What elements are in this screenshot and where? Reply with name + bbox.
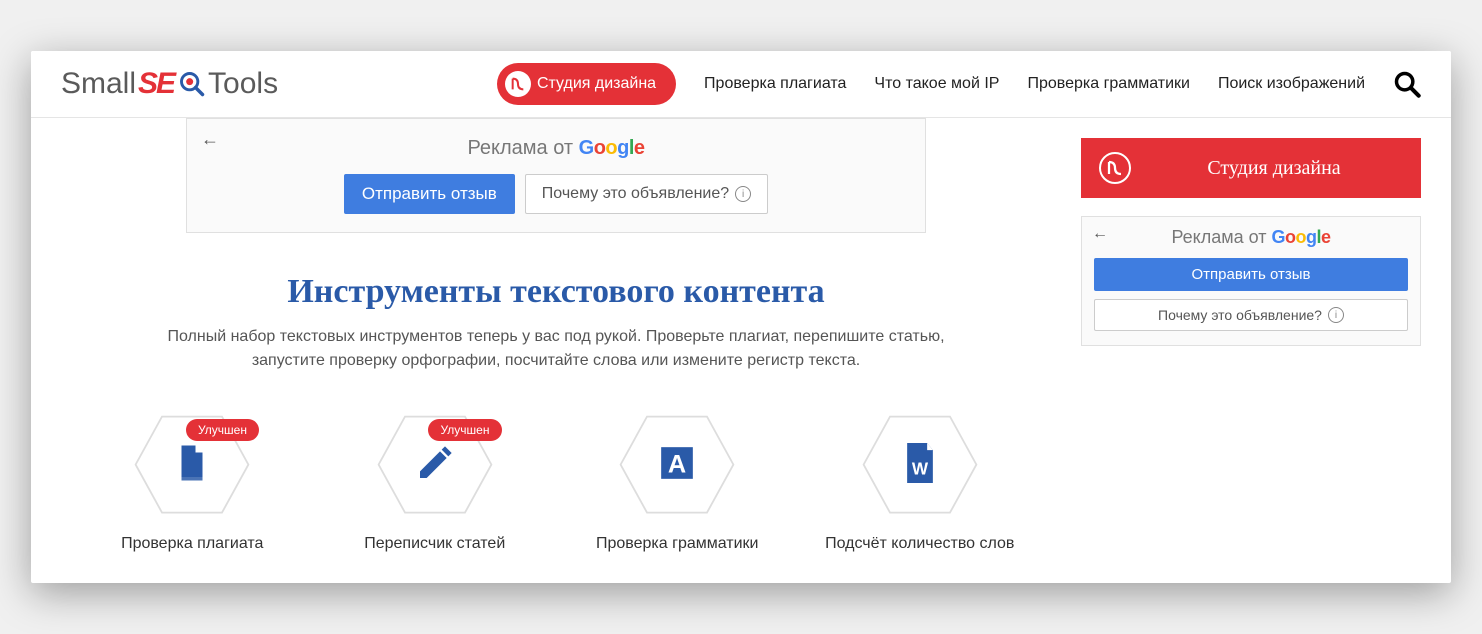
ad-attribution: Реклама от Google [1094,227,1408,248]
section-title: Инструменты текстового контента [61,273,1051,311]
logo-text-tools: Tools [208,67,278,101]
info-icon: i [1328,307,1344,323]
header: Small SE Tools Студия дизайна Проверка п… [31,51,1451,118]
ad-prefix: Реклама от [467,137,578,159]
sidebar-ad-feedback-box: ← Реклама от Google Отправить отзыв Поче… [1081,216,1421,346]
magnifier-icon [176,68,208,100]
why-this-ad-button[interactable]: Почему это объявление? i [525,174,768,214]
word-file-icon: W [902,443,938,488]
svg-text:W: W [912,458,929,478]
tool-label: Проверка грамматики [566,535,789,553]
design-studio-icon [1099,152,1131,184]
why-this-ad-button[interactable]: Почему это объявление? i [1094,299,1408,331]
ad-feedback-box: ← Реклама от Google Отправить отзыв Поче… [186,118,926,233]
ad-attribution: Реклама от Google [207,137,905,160]
google-logo-text: Google [1272,227,1331,247]
documents-icon [171,442,213,489]
main-nav: Студия дизайна Проверка плагиата Что так… [497,63,1421,105]
send-feedback-button[interactable]: Отправить отзыв [1094,258,1408,291]
back-arrow-icon[interactable]: ← [1092,225,1108,243]
why-ad-label: Почему это объявление? [1158,307,1322,323]
letter-a-icon: A [658,444,696,487]
main-column: ← Реклама от Google Отправить отзыв Поче… [61,118,1051,553]
tool-label: Переписчик статей [324,535,547,553]
improved-badge: Улучшен [428,419,501,441]
nav-design-studio-pill[interactable]: Студия дизайна [497,63,676,105]
sidebar-banner-label: Студия дизайна [1145,157,1403,180]
logo-text-seo: SE [138,67,174,101]
info-icon: i [735,186,751,202]
search-icon[interactable] [1393,70,1421,98]
improved-badge: Улучшен [186,419,259,441]
tool-article-rewriter[interactable]: Улучшен Переписчик статей [324,413,547,553]
back-arrow-icon[interactable]: ← [201,129,219,150]
logo-text-small: Small [61,67,136,101]
sidebar-design-studio-banner[interactable]: Студия дизайна [1081,138,1421,198]
nav-pill-label: Студия дизайна [537,75,656,93]
nav-link-grammar[interactable]: Проверка грамматики [1027,75,1190,93]
site-logo[interactable]: Small SE Tools [61,67,278,101]
design-studio-icon [505,71,531,97]
tool-plagiarism-checker[interactable]: Улучшен Проверка плагиата [81,413,304,553]
pencil-icon [415,443,455,488]
why-ad-label: Почему это объявление? [542,185,729,203]
tool-grammar-checker[interactable]: A Проверка грамматики [566,413,789,553]
ad-buttons: Отправить отзыв Почему это объявление? i [207,174,905,214]
tool-word-counter[interactable]: W Подсчёт количество слов [809,413,1032,553]
nav-link-myip[interactable]: Что такое мой IP [874,75,999,93]
nav-link-plagiarism[interactable]: Проверка плагиата [704,75,846,93]
tool-label: Проверка плагиата [81,535,304,553]
send-feedback-button[interactable]: Отправить отзыв [344,174,515,214]
google-logo-text: Google [579,137,645,159]
body: ← Реклама от Google Отправить отзыв Поче… [31,118,1451,583]
svg-text:A: A [668,450,686,478]
tool-label: Подсчёт количество слов [809,535,1032,553]
tool-hexagon: W [860,413,980,517]
sidebar: Студия дизайна ← Реклама от Google Отпра… [1081,118,1421,553]
tool-hexagon: A [617,413,737,517]
ad-prefix: Реклама от [1171,227,1271,247]
app-window: Small SE Tools Студия дизайна Проверка п… [31,51,1451,583]
section-description: Полный набор текстовых инструментов тепе… [146,325,966,373]
nav-link-image-search[interactable]: Поиск изображений [1218,75,1365,93]
tool-grid: Улучшен Проверка плагиата Улучшен [61,413,1051,553]
